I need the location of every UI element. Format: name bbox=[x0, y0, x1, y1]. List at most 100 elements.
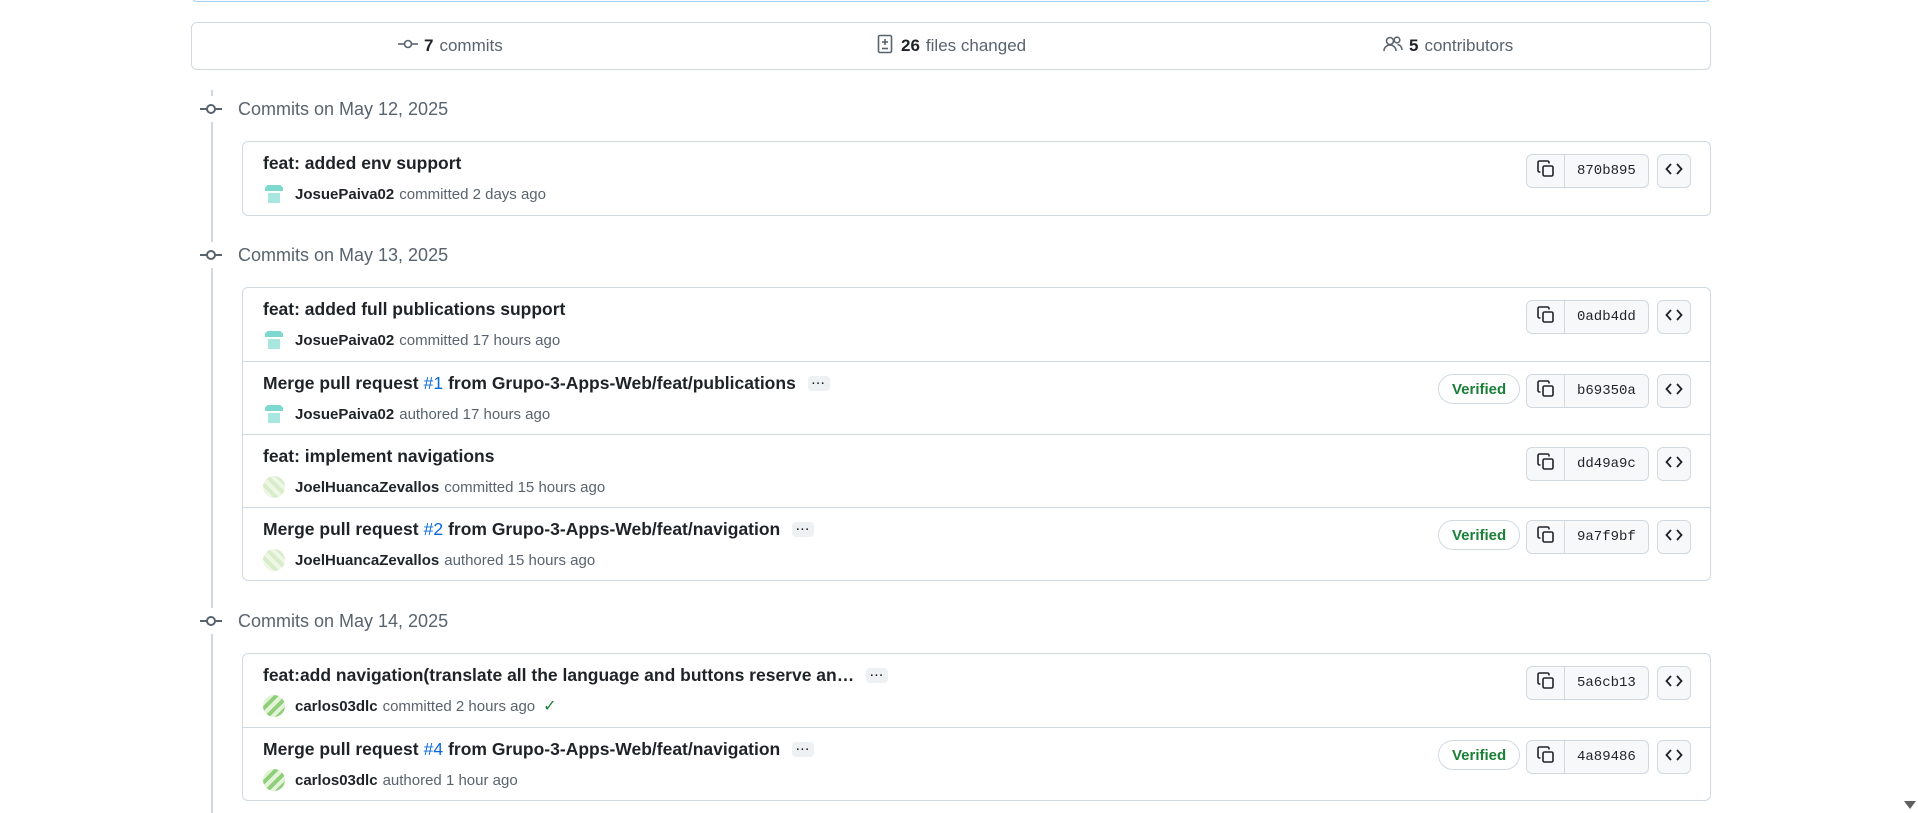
commit-group: feat: added full publications support Jo… bbox=[242, 287, 1711, 581]
avatar[interactable] bbox=[263, 769, 285, 791]
author-link[interactable]: carlos03dlc bbox=[295, 772, 378, 789]
commit-title[interactable]: feat: added full publications support bbox=[263, 299, 565, 320]
group-header: Commits on May 14, 2025 bbox=[198, 608, 448, 634]
commit-row: Merge pull request #2 from Grupo-3-Apps-… bbox=[243, 507, 1710, 580]
commit-title: feat:add navigation(translate all the la… bbox=[263, 665, 889, 686]
commit-message-suffix[interactable]: from Grupo-3-Apps-Web/feat/navigation bbox=[448, 739, 780, 760]
author-link[interactable]: carlos03dlc bbox=[295, 698, 378, 715]
expand-message-button[interactable]: ··· bbox=[792, 522, 815, 537]
sha-button-group: 5a6cb13 bbox=[1526, 666, 1649, 700]
contributors-link[interactable]: 5 contributors bbox=[1383, 34, 1513, 59]
commit-sha-link[interactable]: 5a6cb13 bbox=[1565, 667, 1648, 699]
commit-row: feat: implement navigations JoelHuancaZe… bbox=[243, 434, 1710, 507]
code-icon bbox=[1665, 380, 1683, 403]
copy-icon bbox=[1536, 671, 1556, 696]
contributors-label: contributors bbox=[1424, 36, 1514, 55]
commit-meta: carlos03dlc committed 2 hours ago ✓ bbox=[263, 695, 557, 717]
files-label: files changed bbox=[925, 36, 1027, 55]
expand-message-button[interactable]: ··· bbox=[792, 742, 815, 757]
author-link[interactable]: JosuePaiva02 bbox=[295, 332, 394, 349]
copy-icon bbox=[1536, 745, 1556, 770]
commit-message[interactable]: feat: added env support bbox=[263, 153, 461, 174]
commit-title: Merge pull request #1 from Grupo-3-Apps-… bbox=[263, 373, 830, 394]
group-date: Commits on May 12, 2025 bbox=[238, 98, 449, 119]
commit-time: authored 15 hours ago bbox=[444, 551, 596, 569]
browse-repo-button[interactable] bbox=[1657, 666, 1691, 700]
people-icon bbox=[1383, 34, 1403, 59]
commits-count-link[interactable]: 7 commits bbox=[398, 34, 503, 59]
verified-badge[interactable]: Verified bbox=[1438, 374, 1521, 404]
commit-sha-link[interactable]: dd49a9c bbox=[1565, 448, 1648, 480]
avatar[interactable] bbox=[263, 329, 285, 351]
avatar[interactable] bbox=[263, 183, 285, 205]
commit-summary-bar: 7 commits 26 files changed 5 contributor… bbox=[191, 22, 1711, 70]
avatar[interactable] bbox=[263, 695, 285, 717]
browse-repo-button[interactable] bbox=[1657, 154, 1691, 188]
timeline-line bbox=[211, 90, 213, 813]
previous-panel-edge bbox=[191, 0, 1711, 2]
copy-sha-button[interactable] bbox=[1527, 155, 1565, 187]
files-changed-link[interactable]: 26 files changed bbox=[875, 34, 1026, 59]
commit-group: feat: added env support JosuePaiva02 com… bbox=[242, 141, 1711, 216]
pull-request-link[interactable]: #1 bbox=[424, 373, 443, 394]
browse-repo-button[interactable] bbox=[1657, 740, 1691, 774]
code-icon bbox=[1665, 306, 1683, 329]
sha-button-group: 0adb4dd bbox=[1526, 300, 1649, 334]
commit-row: Merge pull request #4 from Grupo-3-Apps-… bbox=[243, 727, 1710, 800]
copy-sha-button[interactable] bbox=[1527, 301, 1565, 333]
expand-message-button[interactable]: ··· bbox=[866, 668, 889, 683]
copy-sha-button[interactable] bbox=[1527, 667, 1565, 699]
commit-message[interactable]: feat: added full publications support bbox=[263, 299, 565, 320]
browse-repo-button[interactable] bbox=[1657, 520, 1691, 554]
author-link[interactable]: JoelHuancaZevallos bbox=[295, 552, 439, 569]
avatar[interactable] bbox=[263, 549, 285, 571]
check-icon[interactable]: ✓ bbox=[543, 696, 556, 716]
commit-sha-link[interactable]: 9a7f9bf bbox=[1565, 521, 1648, 553]
avatar[interactable] bbox=[263, 476, 285, 498]
copy-sha-button[interactable] bbox=[1527, 741, 1565, 773]
git-commit-icon bbox=[198, 96, 224, 122]
author-link[interactable]: JosuePaiva02 bbox=[295, 186, 394, 203]
commit-message[interactable]: feat:add navigation(translate all the la… bbox=[263, 665, 854, 686]
commit-title: Merge pull request #4 from Grupo-3-Apps-… bbox=[263, 739, 815, 760]
verified-badge[interactable]: Verified bbox=[1438, 740, 1521, 770]
commits-label: commits bbox=[439, 36, 503, 55]
commit-message[interactable]: Merge pull request bbox=[263, 373, 419, 394]
commit-title[interactable]: feat: added env support bbox=[263, 153, 461, 174]
pull-request-link[interactable]: #4 bbox=[424, 739, 443, 760]
commit-sha-link[interactable]: b69350a bbox=[1565, 375, 1648, 407]
copy-sha-button[interactable] bbox=[1527, 375, 1565, 407]
copy-icon bbox=[1536, 159, 1556, 184]
pull-request-link[interactable]: #2 bbox=[424, 519, 443, 540]
group-date: Commits on May 13, 2025 bbox=[238, 244, 449, 265]
copy-sha-button[interactable] bbox=[1527, 521, 1565, 553]
commit-time: authored 17 hours ago bbox=[399, 405, 551, 423]
browse-repo-button[interactable] bbox=[1657, 374, 1691, 408]
copy-icon bbox=[1536, 525, 1556, 550]
sha-button-group: 9a7f9bf bbox=[1526, 520, 1649, 554]
commit-sha-link[interactable]: 4a89486 bbox=[1565, 741, 1648, 773]
copy-icon bbox=[1536, 379, 1556, 404]
commit-sha-link[interactable]: 870b895 bbox=[1565, 155, 1648, 187]
copy-sha-button[interactable] bbox=[1527, 448, 1565, 480]
commit-row: Merge pull request #1 from Grupo-3-Apps-… bbox=[243, 361, 1710, 434]
copy-icon bbox=[1536, 305, 1556, 330]
commit-message[interactable]: Merge pull request bbox=[263, 519, 419, 540]
avatar[interactable] bbox=[263, 403, 285, 425]
browse-repo-button[interactable] bbox=[1657, 300, 1691, 334]
commit-message-suffix[interactable]: from Grupo-3-Apps-Web/feat/publications bbox=[448, 373, 796, 394]
verified-badge[interactable]: Verified bbox=[1438, 520, 1521, 550]
author-link[interactable]: JoelHuancaZevallos bbox=[295, 479, 439, 496]
commit-title[interactable]: feat: implement navigations bbox=[263, 446, 494, 467]
commit-message-suffix[interactable]: from Grupo-3-Apps-Web/feat/navigation bbox=[448, 519, 780, 540]
expand-message-button[interactable]: ··· bbox=[807, 376, 830, 391]
commit-message[interactable]: Merge pull request bbox=[263, 739, 419, 760]
commit-meta: JosuePaiva02 authored 17 hours ago bbox=[263, 403, 550, 425]
scroll-down-arrow[interactable] bbox=[1904, 801, 1916, 809]
author-link[interactable]: JosuePaiva02 bbox=[295, 406, 394, 423]
commit-row: feat: added full publications support Jo… bbox=[243, 288, 1710, 361]
commit-message[interactable]: feat: implement navigations bbox=[263, 446, 494, 467]
browse-repo-button[interactable] bbox=[1657, 447, 1691, 481]
commit-sha-link[interactable]: 0adb4dd bbox=[1565, 301, 1648, 333]
code-icon bbox=[1665, 672, 1683, 695]
